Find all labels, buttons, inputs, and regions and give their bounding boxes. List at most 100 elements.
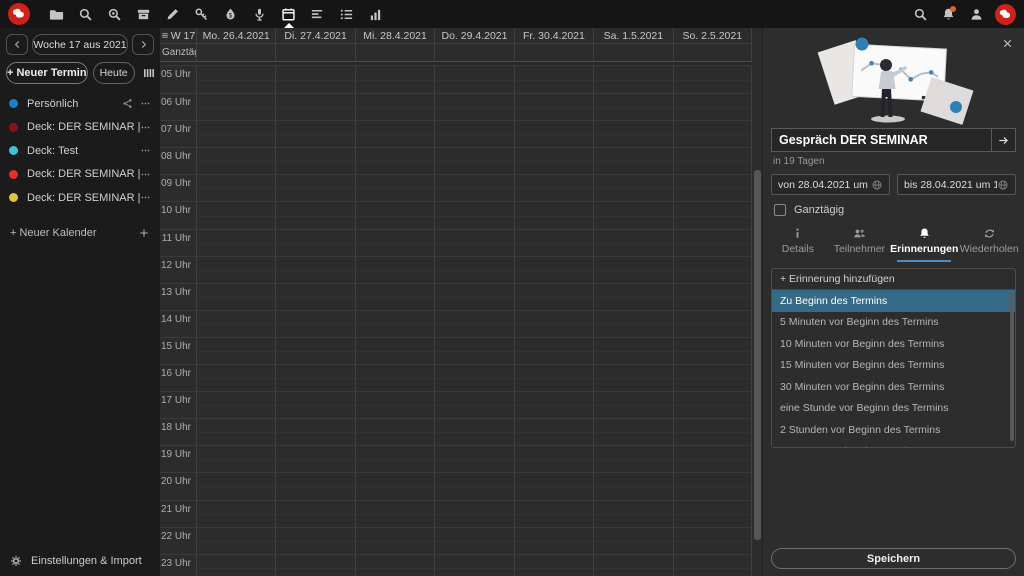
calendar-slot[interactable] [673, 365, 752, 391]
align-left-icon[interactable] [303, 0, 332, 28]
calendar-slot[interactable] [434, 419, 513, 445]
calendar-slot[interactable] [514, 338, 593, 364]
more-options-icon[interactable] [140, 192, 151, 203]
calendar-slot[interactable] [196, 148, 275, 174]
calendar-slot[interactable] [673, 392, 752, 418]
calendar-slot[interactable] [355, 230, 434, 256]
calendar-slot[interactable] [514, 257, 593, 283]
calendar-slot[interactable] [673, 257, 752, 283]
calendar-slot[interactable] [355, 528, 434, 554]
calendar-slot[interactable] [196, 230, 275, 256]
calendar-slot[interactable] [434, 121, 513, 147]
calendar-slot[interactable] [673, 175, 752, 201]
calendar-slot[interactable] [434, 284, 513, 310]
allday-slot[interactable] [673, 44, 752, 61]
calendar-slot[interactable] [514, 148, 593, 174]
calendar-slot[interactable] [593, 528, 672, 554]
calendar-slot[interactable] [673, 94, 752, 120]
calendar-slot[interactable] [275, 175, 354, 201]
calendar-slot[interactable] [593, 446, 672, 472]
calendar-slot[interactable] [514, 311, 593, 337]
calendar-slot[interactable] [355, 66, 434, 93]
calendar-list-item[interactable]: Deck: DER SEMINAR | Dailys [0, 186, 160, 210]
tab-erinnerungen[interactable]: Erinnerungen [890, 224, 958, 262]
event-title-input[interactable]: Gespräch DER SEMINAR [771, 128, 992, 152]
folder-icon[interactable] [42, 0, 71, 28]
calendar-slot[interactable] [514, 392, 593, 418]
calendar-slot[interactable] [196, 473, 275, 499]
calendar-slot[interactable] [593, 365, 672, 391]
day-header[interactable]: Mi. 28.4.2021 [355, 28, 434, 43]
calendar-slot[interactable] [673, 419, 752, 445]
timezone-globe-icon[interactable] [997, 179, 1009, 191]
calendar-slot[interactable] [434, 148, 513, 174]
calendar-slot[interactable] [196, 446, 275, 472]
more-options-icon[interactable] [140, 122, 151, 133]
calendar-slot[interactable] [514, 555, 593, 576]
calendar-slot[interactable] [673, 66, 752, 93]
calendar-list-item[interactable]: Deck: DER SEMINAR | Stunden [0, 116, 160, 140]
calendar-slot[interactable] [514, 501, 593, 527]
allday-slot[interactable] [275, 44, 354, 61]
calendar-slot[interactable] [434, 202, 513, 228]
day-header[interactable]: Di. 27.4.2021 [275, 28, 354, 43]
calendar-slot[interactable] [434, 555, 513, 576]
grid-scrollbar[interactable] [754, 170, 761, 540]
reminder-scrollbar[interactable] [1010, 293, 1014, 441]
calendar-slot[interactable] [593, 148, 672, 174]
calendar-slot[interactable] [514, 94, 593, 120]
calendar-slot[interactable] [593, 257, 672, 283]
calendar-slot[interactable] [275, 284, 354, 310]
calendar-slot[interactable] [196, 257, 275, 283]
reminder-option[interactable]: Zu Beginn des Termins [772, 290, 1015, 312]
calendar-slot[interactable] [275, 473, 354, 499]
reminder-option[interactable]: 5 Minuten vor Beginn des Termins [772, 312, 1015, 334]
calendar-list-item[interactable]: Persönlich [0, 92, 160, 116]
checklist-icon[interactable] [332, 0, 361, 28]
calendar-slot[interactable] [514, 528, 593, 554]
calendar-slot[interactable] [673, 446, 752, 472]
calendar-list-item[interactable]: Deck: DER SEMINAR | Projekte [0, 163, 160, 187]
calendar-slot[interactable] [355, 365, 434, 391]
tab-teilnehmer[interactable]: Teilnehmer [829, 224, 891, 262]
calendar-slot[interactable] [275, 121, 354, 147]
calendar-slot[interactable] [275, 555, 354, 576]
calendar-slot[interactable] [593, 555, 672, 576]
calendar-slot[interactable] [673, 284, 752, 310]
calendar-slot[interactable] [593, 338, 672, 364]
more-options-icon[interactable] [140, 145, 151, 156]
tab-details[interactable]: Details [767, 224, 829, 262]
calendar-list-item[interactable]: Deck: Test [0, 139, 160, 163]
settings-import[interactable]: Einstellungen & Import [0, 546, 160, 576]
calendar-slot[interactable] [434, 311, 513, 337]
calendar-slot[interactable] [514, 365, 593, 391]
new-event-button[interactable]: + Neuer Termin [6, 62, 88, 84]
calendar-slot[interactable] [514, 202, 593, 228]
allday-slot[interactable] [514, 44, 593, 61]
calendar-slot[interactable] [673, 338, 752, 364]
reminder-option[interactable]: 1 Tag vor Beginn des Termins [772, 441, 1015, 449]
magnifier-icon[interactable] [71, 0, 100, 28]
calendar-slot[interactable] [275, 365, 354, 391]
calendar-slot[interactable] [514, 446, 593, 472]
day-header[interactable]: So. 2.5.2021 [673, 28, 752, 43]
next-week-button[interactable] [132, 34, 154, 55]
calendar-slot[interactable] [434, 392, 513, 418]
calendar-slot[interactable] [514, 175, 593, 201]
calendar-slot[interactable] [355, 311, 434, 337]
day-header[interactable]: Mo. 26.4.2021 [196, 28, 275, 43]
key-icon[interactable] [187, 0, 216, 28]
today-button[interactable]: Heute [93, 62, 135, 84]
calendar-slot[interactable] [673, 148, 752, 174]
calendar-slot[interactable] [593, 230, 672, 256]
calendar-slot[interactable] [434, 94, 513, 120]
calendar-slot[interactable] [434, 446, 513, 472]
calendar-slot[interactable] [355, 338, 434, 364]
calendar-slot[interactable] [593, 202, 672, 228]
calendar-slot[interactable] [196, 175, 275, 201]
notifications-icon[interactable] [934, 0, 962, 28]
calendar-slot[interactable] [355, 175, 434, 201]
calendar-slot[interactable] [355, 121, 434, 147]
calendar-slot[interactable] [196, 338, 275, 364]
calendar-slot[interactable] [355, 284, 434, 310]
